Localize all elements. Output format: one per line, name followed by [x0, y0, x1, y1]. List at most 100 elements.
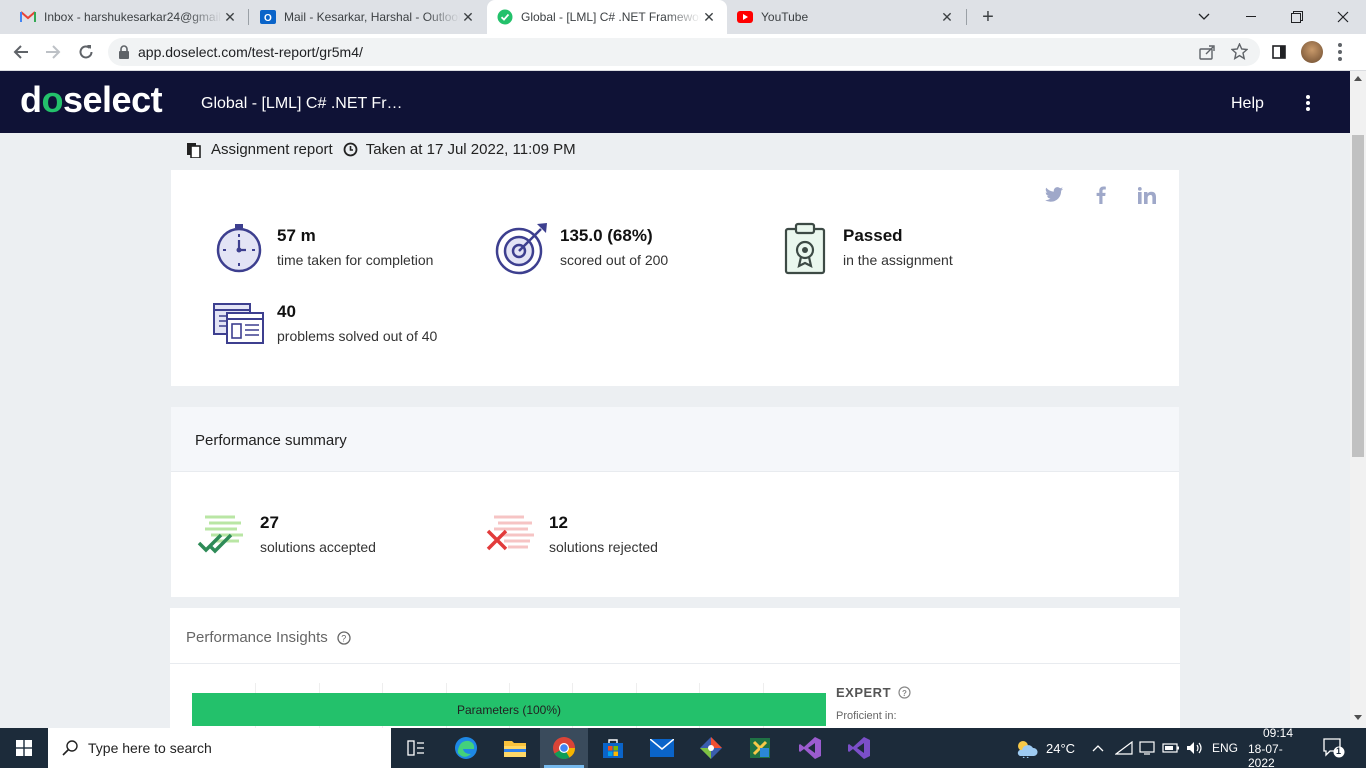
- insights-chart-area: Parameters (100%): [192, 683, 826, 728]
- excel-tool-icon[interactable]: [736, 728, 784, 768]
- edge-icon[interactable]: [442, 728, 490, 768]
- tab-title: YouTube: [761, 10, 809, 24]
- performance-insights-card: Performance Insights ? Parameters (100%)…: [170, 608, 1180, 728]
- forward-arrow-icon[interactable]: [40, 39, 66, 65]
- level-help-icon[interactable]: ?: [898, 686, 911, 699]
- outlook-icon: O: [260, 9, 276, 25]
- clock[interactable]: 09:14 18-07-2022: [1248, 726, 1308, 770]
- twitter-icon[interactable]: [1045, 187, 1063, 207]
- level-text: EXPERT: [836, 685, 892, 700]
- tab-youtube[interactable]: YouTube ✕: [727, 0, 965, 34]
- score-label: scored out of 200: [560, 252, 669, 268]
- reload-icon[interactable]: [73, 39, 99, 65]
- battery-icon[interactable]: [1162, 728, 1180, 768]
- clock-icon: [343, 142, 358, 157]
- taskbar-search[interactable]: Type here to search: [48, 728, 391, 768]
- network-icon[interactable]: [1115, 728, 1133, 768]
- gmail-icon: [20, 9, 36, 25]
- windows-start-icon[interactable]: [0, 728, 48, 768]
- lock-icon[interactable]: [118, 45, 130, 59]
- stats-card: 57 m time taken for completion 135.0 (68…: [171, 170, 1179, 386]
- linkedin-icon[interactable]: [1137, 187, 1156, 209]
- rejected-stat: 12 solutions rejected: [549, 513, 658, 555]
- assignment-report-label: Assignment report: [211, 141, 333, 158]
- level-heading: EXPERT ?: [836, 685, 911, 700]
- browser-menu-icon[interactable]: [1338, 43, 1342, 61]
- tray-chevron-icon[interactable]: [1092, 728, 1104, 768]
- visual-studio-2-icon[interactable]: [835, 728, 883, 768]
- doselect-check-icon: [497, 9, 513, 25]
- close-tab-icon[interactable]: ✕: [222, 9, 238, 26]
- status-label: in the assignment: [843, 252, 953, 268]
- browser-toolbar: app.doselect.com/test-report/gr5m4/: [0, 34, 1366, 71]
- doselect-logo[interactable]: doselect: [20, 79, 163, 121]
- bookmark-star-icon[interactable]: [1230, 42, 1249, 63]
- problems-windows-icon: [213, 303, 265, 350]
- search-placeholder: Type here to search: [88, 740, 212, 756]
- time-value: 57 m: [277, 226, 316, 245]
- tab-title: Inbox - harshukesarkar24@gmail.com: [44, 10, 222, 24]
- restore-button[interactable]: [1274, 0, 1320, 34]
- report-content: Assignment report Taken at 17 Jul 2022, …: [0, 133, 1350, 728]
- rejected-label: solutions rejected: [549, 539, 658, 555]
- facebook-icon[interactable]: [1096, 186, 1106, 209]
- chrome-icon[interactable]: [540, 728, 588, 768]
- score-value: 135.0 (68%): [560, 226, 653, 245]
- notification-count: 1: [1336, 746, 1342, 756]
- report-meta: Assignment report Taken at 17 Jul 2022, …: [186, 141, 576, 158]
- report-icon: [186, 142, 202, 158]
- status-value: Passed: [843, 226, 903, 245]
- side-panel-icon[interactable]: [1266, 39, 1292, 65]
- task-view-icon[interactable]: [392, 728, 440, 768]
- file-explorer-icon[interactable]: [491, 728, 539, 768]
- close-window-button[interactable]: [1320, 0, 1366, 34]
- minimize-button[interactable]: [1228, 0, 1274, 34]
- profile-avatar[interactable]: [1301, 41, 1323, 63]
- display-icon[interactable]: [1139, 728, 1155, 768]
- svg-text:?: ?: [902, 689, 907, 698]
- weather-cloud-icon: [1014, 738, 1038, 758]
- weather-temp: 24°C: [1046, 740, 1076, 756]
- scrollbar-thumb[interactable]: [1352, 135, 1364, 457]
- weather-widget[interactable]: 24°C: [1014, 728, 1075, 768]
- close-tab-icon[interactable]: ✕: [701, 9, 717, 26]
- microsoft-store-icon[interactable]: [589, 728, 637, 768]
- time-stat: 57 m time taken for completion: [277, 226, 433, 268]
- help-link[interactable]: Help: [1231, 95, 1264, 113]
- more-options-icon[interactable]: [1300, 93, 1316, 113]
- svg-text:O: O: [264, 13, 272, 24]
- git-tool-icon[interactable]: [687, 728, 735, 768]
- problems-label: problems solved out of 40: [277, 328, 438, 344]
- close-tab-icon[interactable]: ✕: [460, 9, 476, 26]
- tab-title: Mail - Kesarkar, Harshal - Outlook: [284, 10, 460, 24]
- taken-at-text: Taken at 17 Jul 2022, 11:09 PM: [365, 141, 576, 158]
- clock-date: 18-07-2022: [1248, 742, 1283, 770]
- new-tab-button[interactable]: +: [976, 5, 1000, 29]
- parameters-bar[interactable]: Parameters (100%): [192, 693, 826, 726]
- score-stat: 135.0 (68%) scored out of 200: [560, 226, 668, 268]
- notification-center-icon[interactable]: 1: [1323, 728, 1345, 768]
- accepted-check-icon: [197, 515, 247, 560]
- performance-insights-title: Performance Insights: [186, 629, 328, 646]
- performance-summary-title: Performance summary: [195, 432, 347, 449]
- help-circle-icon[interactable]: ?: [337, 630, 351, 645]
- time-label: time taken for completion: [277, 252, 434, 268]
- problems-stat: 40 problems solved out of 40: [277, 302, 437, 344]
- back-arrow-icon[interactable]: [8, 39, 34, 65]
- volume-icon[interactable]: [1186, 728, 1204, 768]
- clock-time: 09:14: [1262, 726, 1294, 740]
- tab-outlook[interactable]: O Mail - Kesarkar, Harshal - Outlook ✕: [250, 0, 486, 34]
- mail-icon[interactable]: [638, 728, 686, 768]
- tab-search-chevron-icon[interactable]: [1181, 0, 1227, 34]
- address-bar[interactable]: app.doselect.com/test-report/gr5m4/: [108, 38, 1260, 66]
- tab-gmail[interactable]: Inbox - harshukesarkar24@gmail.com ✕: [10, 0, 248, 34]
- tab-doselect[interactable]: Global - [LML] C# .NET Framework ✕: [487, 0, 727, 34]
- share-icon[interactable]: [1199, 44, 1215, 63]
- parameters-bar-label: Parameters (100%): [456, 702, 562, 717]
- visual-studio-icon[interactable]: [786, 728, 834, 768]
- language-indicator[interactable]: ENG: [1212, 728, 1238, 768]
- browser-tab-strip: Inbox - harshukesarkar24@gmail.com ✕ O M…: [0, 0, 1366, 34]
- assessment-title: Global - [LML] C# .NET Fr…: [201, 95, 403, 112]
- performance-summary-card: Performance summary 27 solutions accepte…: [171, 407, 1179, 597]
- close-tab-icon[interactable]: ✕: [939, 9, 955, 26]
